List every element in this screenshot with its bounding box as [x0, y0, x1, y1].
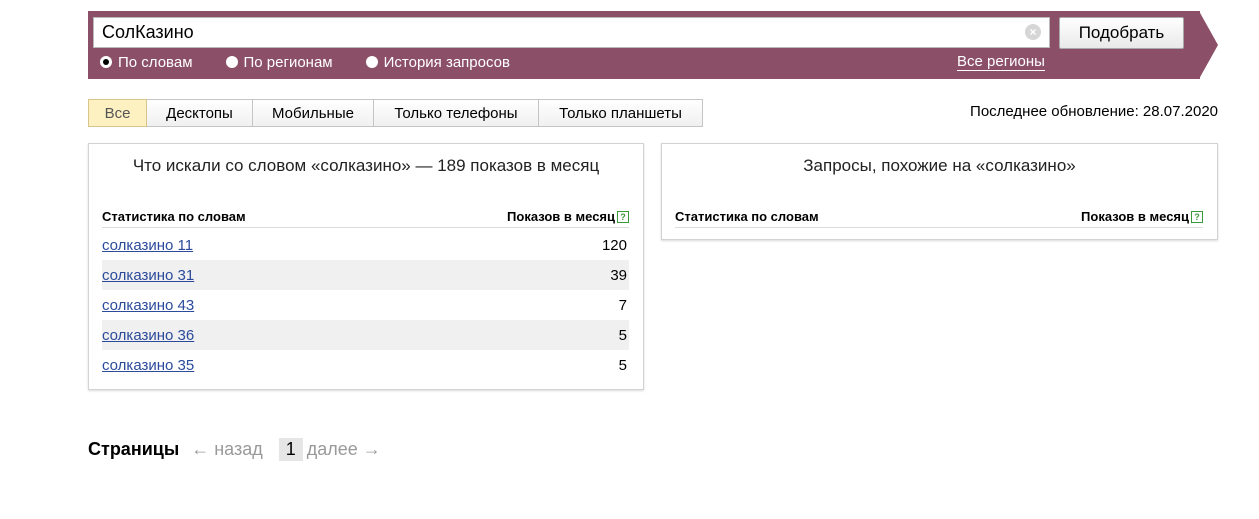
shows-count: 120: [601, 236, 627, 254]
radio-icon[interactable]: [365, 56, 378, 68]
tab-desktops[interactable]: Десктопы: [147, 99, 253, 127]
shows-count: 39: [610, 266, 627, 284]
search-mode-group: По словам По регионам История запросов: [100, 53, 543, 71]
similar-queries-card: Запросы, похожие на «солказино» Статисти…: [661, 143, 1218, 240]
phrase-link[interactable]: солказино 36: [102, 327, 194, 344]
phrase-link[interactable]: солказино 43: [102, 297, 194, 314]
card-title: Запросы, похожие на «солказино»: [803, 156, 1076, 175]
tab-phones-only[interactable]: Только телефоны: [374, 99, 539, 127]
mode-label: По регионам: [243, 53, 333, 71]
mode-label: История запросов: [383, 53, 510, 71]
search-input[interactable]: [93, 17, 1050, 48]
clear-icon[interactable]: ×: [1025, 24, 1041, 40]
mode-by-words[interactable]: По словам: [100, 54, 193, 71]
device-tabs: Все Десктопы Мобильные Только телефоны Т…: [88, 99, 703, 127]
submit-button[interactable]: Подобрать: [1059, 17, 1184, 49]
table-row: солказино 11 120: [102, 230, 629, 260]
last-updated: Последнее обновление: 28.07.2020: [970, 103, 1218, 120]
shows-count: 5: [618, 326, 627, 344]
col-shows-header: Показов в месяц?: [507, 209, 629, 224]
tab-all[interactable]: Все: [88, 99, 147, 127]
tab-tablets-only[interactable]: Только планшеты: [539, 99, 703, 127]
help-icon[interactable]: ?: [617, 211, 629, 224]
next-page: далее →: [306, 438, 381, 459]
col-words-header: Статистика по словам: [102, 208, 246, 224]
mode-by-regions[interactable]: По регионам: [225, 53, 333, 71]
shows-count: 5: [618, 356, 627, 374]
word-stats-table: солказино 11 120 солказино 31 39 солкази…: [102, 230, 629, 380]
col-shows-label: Показов в месяц: [507, 208, 615, 224]
radio-icon[interactable]: [225, 56, 238, 68]
shows-count: 7: [618, 296, 627, 314]
current-page: 1: [278, 437, 303, 461]
mode-history[interactable]: История запросов: [365, 53, 510, 71]
radio-icon[interactable]: [100, 56, 112, 68]
table-header: Статистика по словам Показов в месяц?: [675, 205, 1203, 228]
table-row: солказино 36 5: [102, 320, 629, 350]
table-row: солказино 43 7: [102, 290, 629, 320]
table-row: солказино 31 39: [102, 260, 629, 290]
word-stats-card: Что искали со словом «солказино» — 189 п…: [88, 143, 644, 390]
phrase-link[interactable]: солказино 31: [102, 267, 194, 284]
phrase-link[interactable]: солказино 35: [102, 357, 194, 374]
table-header: Статистика по словам Показов в месяц?: [102, 205, 629, 228]
mode-label: По словам: [118, 53, 193, 71]
banner-arrow: [1199, 11, 1218, 79]
col-shows-header: Показов в месяц?: [1081, 209, 1203, 224]
help-icon[interactable]: ?: [1191, 211, 1203, 224]
tab-mobile[interactable]: Мобильные: [253, 99, 374, 127]
pagination: Страницы ← назад 1 далее →: [88, 436, 381, 462]
table-row: солказино 35 5: [102, 350, 629, 380]
col-shows-label: Показов в месяц: [1081, 208, 1189, 224]
all-regions-link[interactable]: Все регионы: [957, 53, 1045, 71]
prev-page: ← назад: [191, 438, 263, 459]
col-words-header: Статистика по словам: [675, 208, 819, 224]
card-title: Что искали со словом «солказино» — 189 п…: [132, 156, 600, 175]
phrase-link[interactable]: солказино 11: [102, 237, 193, 254]
pagination-label: Страницы: [88, 438, 180, 459]
